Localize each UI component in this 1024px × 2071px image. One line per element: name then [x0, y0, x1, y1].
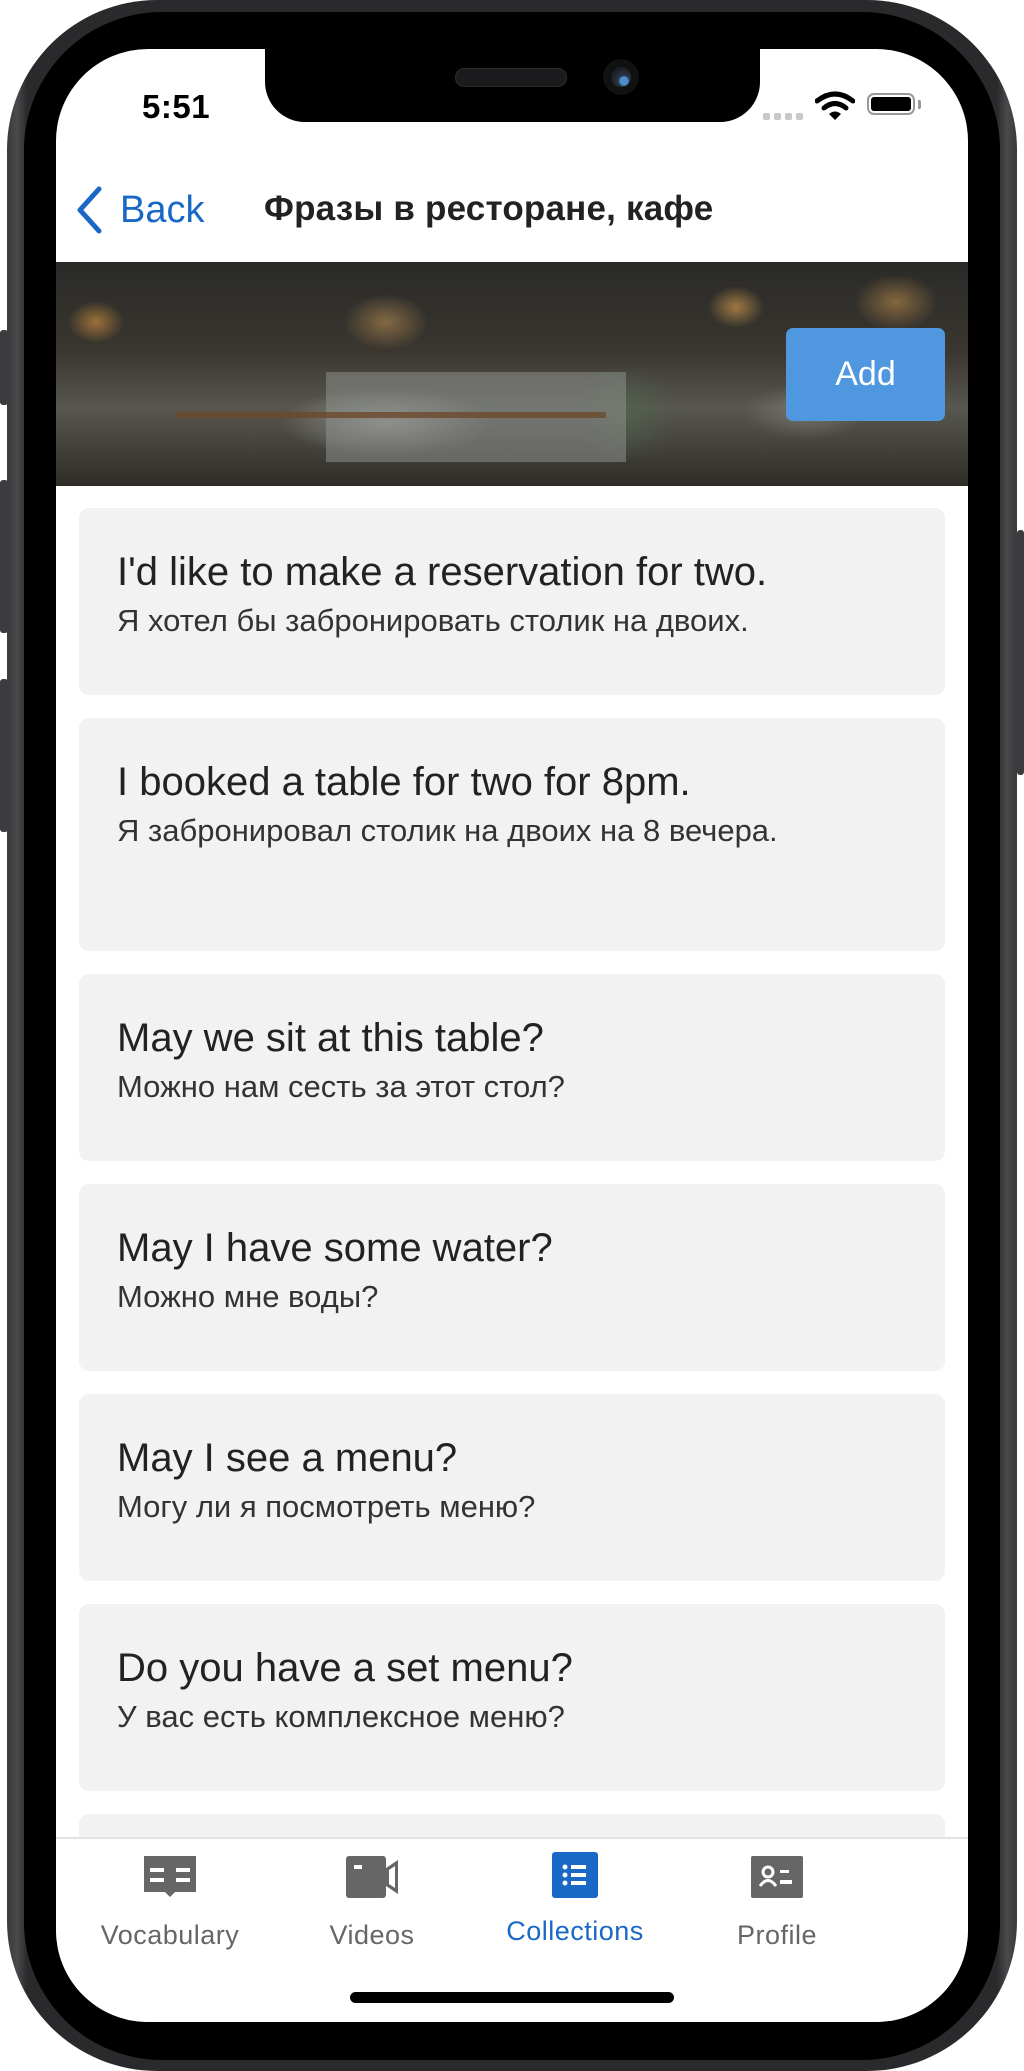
- phrase-russian: Могу ли я посмотреть меню?: [117, 1489, 536, 1524]
- status-time: 5:51: [142, 88, 211, 125]
- list-icon: [552, 1852, 598, 1898]
- tab-label: Videos: [329, 1920, 415, 1950]
- wifi-icon: [815, 91, 855, 120]
- phrase-card[interactable]: Do you have a set menu? У вас есть компл…: [79, 1604, 945, 1791]
- add-button[interactable]: Add: [786, 328, 945, 421]
- battery-icon: [867, 93, 915, 115]
- battery-nub: [918, 100, 921, 109]
- phrase-card[interactable]: I'd like to make a reservation for two. …: [79, 508, 945, 695]
- phrase-english: May I have some water?: [117, 1226, 553, 1270]
- back-label: Back: [120, 188, 205, 231]
- phrase-english: May I see a menu?: [117, 1436, 458, 1480]
- tab-label: Profile: [736, 1920, 818, 1950]
- tab-vocabulary[interactable]: Vocabulary: [56, 1839, 284, 1959]
- volume-down-button: [0, 679, 8, 832]
- tab-label: Vocabulary: [100, 1920, 240, 1950]
- contact-card-icon: [751, 1856, 803, 1898]
- phrase-russian: Я забронировал столик на двоих на 8 вече…: [117, 813, 778, 848]
- notch: [265, 49, 760, 122]
- phrase-english: May we sit at this table?: [117, 1016, 544, 1060]
- home-indicator[interactable]: [350, 1992, 674, 2003]
- front-camera: [603, 59, 639, 95]
- power-button: [1017, 530, 1024, 775]
- silent-switch: [0, 330, 8, 405]
- phrase-card[interactable]: May I see a menu? Могу ли я посмотреть м…: [79, 1394, 945, 1581]
- phrase-english: Do you have a set menu?: [117, 1646, 573, 1690]
- page-title: Фразы в ресторане, кафе: [264, 189, 714, 228]
- phrase-russian: Можно мне воды?: [117, 1279, 379, 1314]
- phrase-english: I booked a table for two for 8pm.: [117, 760, 691, 804]
- phrase-card[interactable]: May I have some water? Можно мне воды?: [79, 1184, 945, 1371]
- screen: 5:51 Back Фразы в ресторане, кафе Add I'…: [56, 49, 968, 2022]
- speaker-grille: [455, 68, 567, 87]
- signal-dots-icon: [763, 113, 803, 120]
- phrase-russian: Я хотел бы забронировать столик на двоих…: [117, 603, 749, 638]
- tab-label: Collections: [506, 1916, 644, 1946]
- chevron-left-icon: [77, 186, 102, 234]
- phrase-english: I'd like to make a reservation for two.: [117, 550, 768, 594]
- banner-image: Add: [56, 262, 968, 486]
- volume-up-button: [0, 480, 8, 633]
- tab-collections[interactable]: Collections: [461, 1839, 689, 1959]
- phrase-card[interactable]: May we sit at this table? Можно нам сест…: [79, 974, 945, 1161]
- tab-profile[interactable]: Profile: [663, 1839, 891, 1959]
- back-button[interactable]: Back: [74, 185, 204, 235]
- phrase-russian: У вас есть комплексное меню?: [117, 1699, 565, 1734]
- phrase-card[interactable]: I booked a table for two for 8pm. Я забр…: [79, 718, 945, 951]
- tab-videos[interactable]: Videos: [258, 1839, 486, 1959]
- phrase-list: I'd like to make a reservation for two. …: [79, 508, 945, 1897]
- phrase-russian: Можно нам сесть за этот стол?: [117, 1069, 565, 1104]
- video-camera-icon: [346, 1856, 398, 1898]
- open-book-icon: [144, 1856, 196, 1897]
- banner-shelf-shape: [176, 412, 606, 418]
